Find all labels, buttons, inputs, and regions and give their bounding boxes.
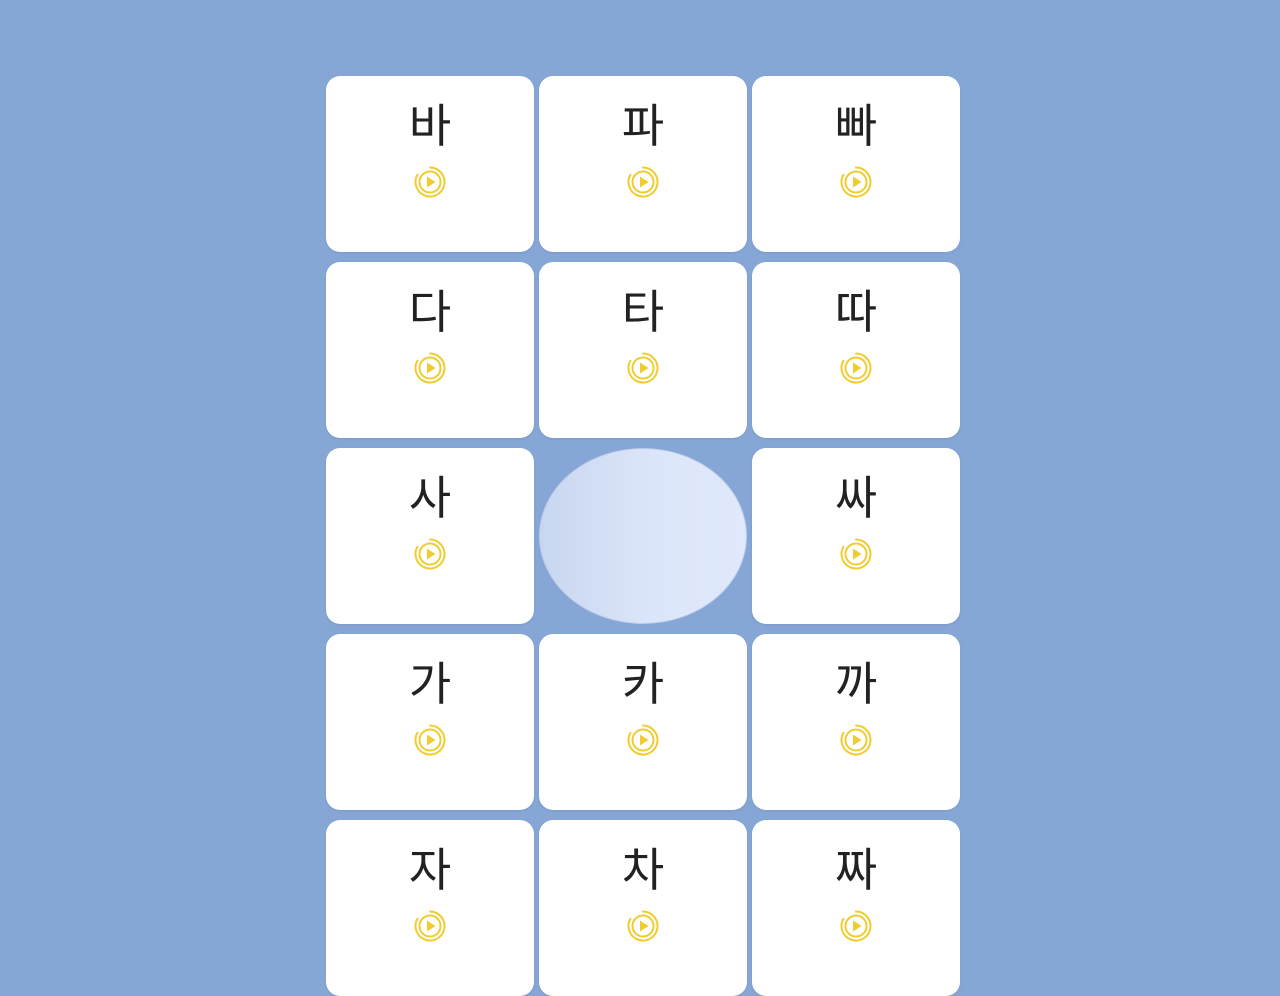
syllable-text: 사 xyxy=(408,471,452,525)
play-audio-icon[interactable] xyxy=(413,909,447,943)
empty-card-slot[interactable] xyxy=(539,448,747,624)
syllable-text: 자 xyxy=(408,843,452,897)
play-audio-icon[interactable] xyxy=(626,351,660,385)
syllable-card[interactable]: 가 xyxy=(326,634,534,810)
play-audio-icon[interactable] xyxy=(839,537,873,571)
syllable-card[interactable]: 까 xyxy=(752,634,960,810)
play-audio-icon[interactable] xyxy=(626,165,660,199)
syllable-card[interactable]: 자 xyxy=(326,820,534,996)
syllable-card[interactable]: 사 xyxy=(326,448,534,624)
syllable-card[interactable]: 따 xyxy=(752,262,960,438)
syllable-card[interactable]: 바 xyxy=(326,76,534,252)
syllable-text: 가 xyxy=(408,657,452,711)
syllable-text: 타 xyxy=(621,285,665,339)
syllable-card[interactable]: 차 xyxy=(539,820,747,996)
syllable-text: 까 xyxy=(834,657,878,711)
syllable-card-grid: 바 파 빠 다 타 따 사 싸 가 카 까 자 차 짜 xyxy=(326,76,960,996)
syllable-text: 빠 xyxy=(834,99,878,153)
syllable-text: 바 xyxy=(408,99,452,153)
play-audio-icon[interactable] xyxy=(839,723,873,757)
syllable-text: 싸 xyxy=(834,471,878,525)
play-audio-icon[interactable] xyxy=(626,723,660,757)
play-audio-icon[interactable] xyxy=(413,537,447,571)
syllable-card[interactable]: 싸 xyxy=(752,448,960,624)
play-audio-icon[interactable] xyxy=(413,165,447,199)
syllable-card[interactable]: 다 xyxy=(326,262,534,438)
play-audio-icon[interactable] xyxy=(413,723,447,757)
syllable-text: 짜 xyxy=(834,843,878,897)
play-audio-icon[interactable] xyxy=(839,165,873,199)
syllable-card[interactable]: 짜 xyxy=(752,820,960,996)
syllable-card[interactable]: 파 xyxy=(539,76,747,252)
syllable-card[interactable]: 카 xyxy=(539,634,747,810)
syllable-card[interactable]: 빠 xyxy=(752,76,960,252)
syllable-text: 파 xyxy=(621,99,665,153)
syllable-text: 차 xyxy=(621,843,665,897)
syllable-text: 따 xyxy=(834,285,878,339)
syllable-text: 다 xyxy=(408,285,452,339)
play-audio-icon[interactable] xyxy=(839,351,873,385)
syllable-card[interactable]: 타 xyxy=(539,262,747,438)
play-audio-icon[interactable] xyxy=(413,351,447,385)
syllable-text: 카 xyxy=(621,657,665,711)
play-audio-icon[interactable] xyxy=(626,909,660,943)
play-audio-icon[interactable] xyxy=(839,909,873,943)
